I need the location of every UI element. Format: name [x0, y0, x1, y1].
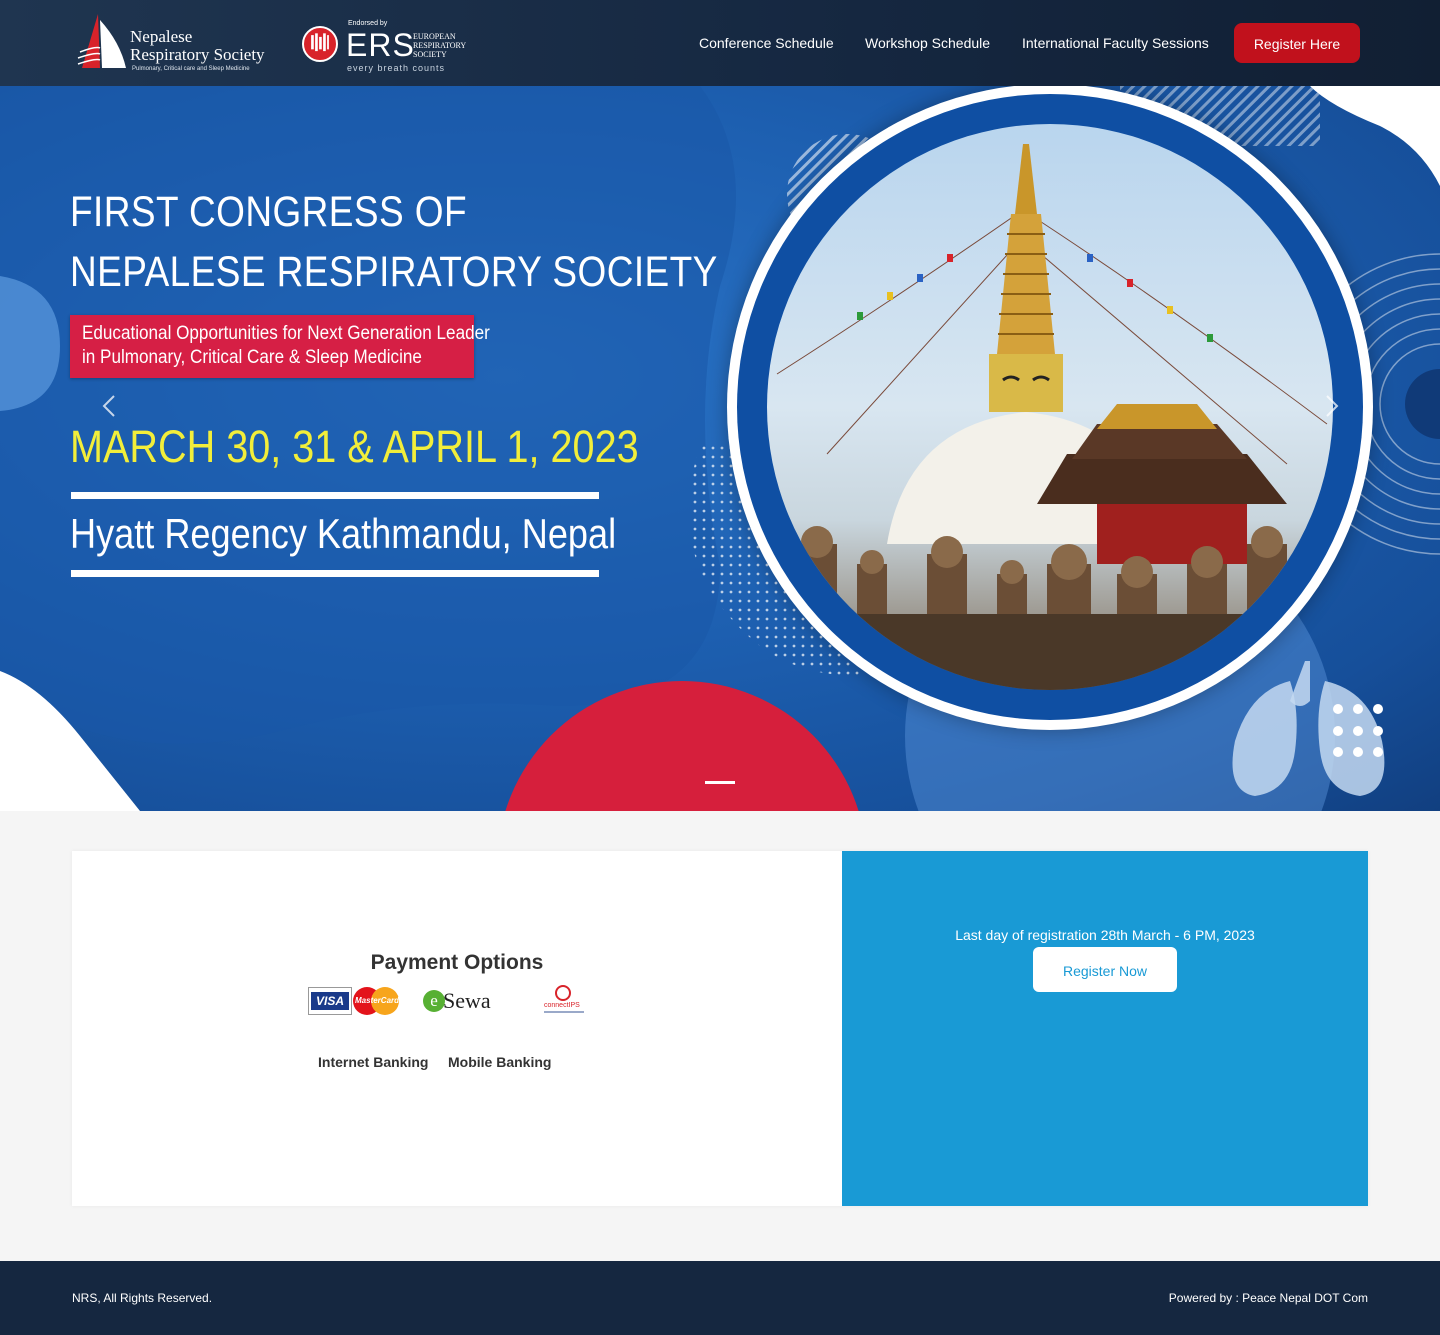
ers-name-line2: RESPIRATORY [413, 41, 467, 50]
hero-divider-top [71, 492, 599, 499]
esewa-logo: e Sewa [423, 988, 503, 1014]
visa-logo-text: VISA [311, 992, 349, 1010]
ers-name-line1: EUROPEAN [413, 32, 456, 41]
site-header: Nepalese Respiratory Society Pulmonary, … [0, 0, 1440, 86]
nrs-logo-line1: Nepalese [130, 27, 193, 46]
connectips-underline [544, 1011, 584, 1013]
hero-venue: Hyatt Regency Kathmandu, Nepal [70, 510, 617, 557]
hero-dates: MARCH 30, 31 & APRIL 1, 2023 [70, 421, 639, 472]
nav-workshop-schedule: Workshop Schedule [865, 0, 990, 86]
hero-carousel: FIRST CONGRESS OF NEPALESE RESPIRATORY S… [0, 86, 1440, 811]
registration-section: Payment Options VISA MasterCard e Sewa c… [72, 851, 1368, 1206]
ers-name-line3: SOCIETY [413, 50, 447, 59]
internet-banking-label: Internet Banking [318, 1054, 429, 1070]
ers-acronym: ERS [346, 27, 415, 63]
hero-title-line1: FIRST CONGRESS OF [70, 188, 468, 236]
nrs-sail-logo-icon [77, 14, 126, 68]
registration-deadline-text: Last day of registration 28th March - 6 … [955, 927, 1255, 943]
hero-title-line2: NEPALESE RESPIRATORY SOCIETY [70, 248, 718, 296]
mastercard-logo: MasterCard [353, 987, 399, 1015]
nav-link-workshop-schedule[interactable]: Workshop Schedule [865, 35, 990, 51]
hero-tagline-text: Educational Opportunities for Next Gener… [82, 322, 490, 370]
stupa-illustration-icon [767, 144, 1333, 690]
mastercard-logo-text: MasterCard [355, 996, 400, 1005]
nav-international-faculty: International Faculty Sessions [1022, 0, 1209, 86]
nav-conference-schedule: Conference Schedule [699, 0, 834, 86]
ers-bars-icon [311, 33, 329, 52]
ers-lungs-icon [302, 26, 338, 62]
visa-logo: VISA [308, 987, 352, 1015]
chevron-right-icon [1326, 395, 1339, 417]
footer-powered-by[interactable]: Powered by : Peace Nepal DOT Com [1169, 1291, 1368, 1305]
esewa-logo-text: Sewa [443, 988, 491, 1013]
registration-panel: Last day of registration 28th March - 6 … [842, 851, 1368, 1206]
carousel-indicator-active[interactable] [705, 781, 735, 784]
connectips-ring-icon [555, 985, 571, 1001]
register-now-button[interactable]: Register Now [1033, 947, 1177, 992]
carousel-next-button[interactable] [1318, 392, 1346, 420]
hero-title: FIRST CONGRESS OF NEPALESE RESPIRATORY S… [70, 182, 718, 302]
hero-tagline-line2: in Pulmonary, Critical Care & Sleep Medi… [82, 347, 422, 368]
hero-tagline-box: Educational Opportunities for Next Gener… [70, 315, 490, 378]
ers-logo[interactable]: Endorsed by ERS EUROPEAN RESPIRATORY SOC… [302, 20, 472, 74]
swayambhunath-stupa-photo [767, 124, 1333, 690]
payment-options-title: Payment Options [370, 951, 544, 974]
nrs-logo[interactable]: Nepalese Respiratory Society Pulmonary, … [76, 12, 266, 74]
mobile-banking-label: Mobile Banking [448, 1054, 552, 1070]
connectips-logo-text: connectIPS [544, 1002, 580, 1009]
ers-endorsed-label: Endorsed by [348, 20, 388, 27]
lungs-icon [1232, 661, 1385, 796]
hero-divider-bottom [71, 570, 599, 577]
nav-link-conference-schedule[interactable]: Conference Schedule [699, 35, 834, 51]
footer-copyright: NRS, All Rights Reserved. [72, 1291, 213, 1305]
nrs-logo-line2: Respiratory Society [130, 45, 265, 64]
chevron-left-icon [102, 395, 115, 417]
site-footer: NRS, All Rights Reserved. Powered by : P… [0, 1261, 1440, 1335]
carousel-prev-button[interactable] [95, 392, 123, 420]
nav-link-international-faculty[interactable]: International Faculty Sessions [1022, 35, 1209, 51]
nrs-logo-subtitle: Pulmonary, Critical care and Sleep Medic… [132, 66, 250, 72]
esewa-e-icon: e [423, 990, 445, 1012]
ers-full-name: EUROPEAN RESPIRATORY SOCIETY [413, 32, 466, 59]
connectips-logo: connectIPS [544, 985, 584, 1017]
register-here-button[interactable]: Register Here [1234, 23, 1360, 63]
ers-tagline: every breath counts [347, 63, 446, 73]
hero-tagline-line1: Educational Opportunities for Next Gener… [82, 323, 490, 344]
